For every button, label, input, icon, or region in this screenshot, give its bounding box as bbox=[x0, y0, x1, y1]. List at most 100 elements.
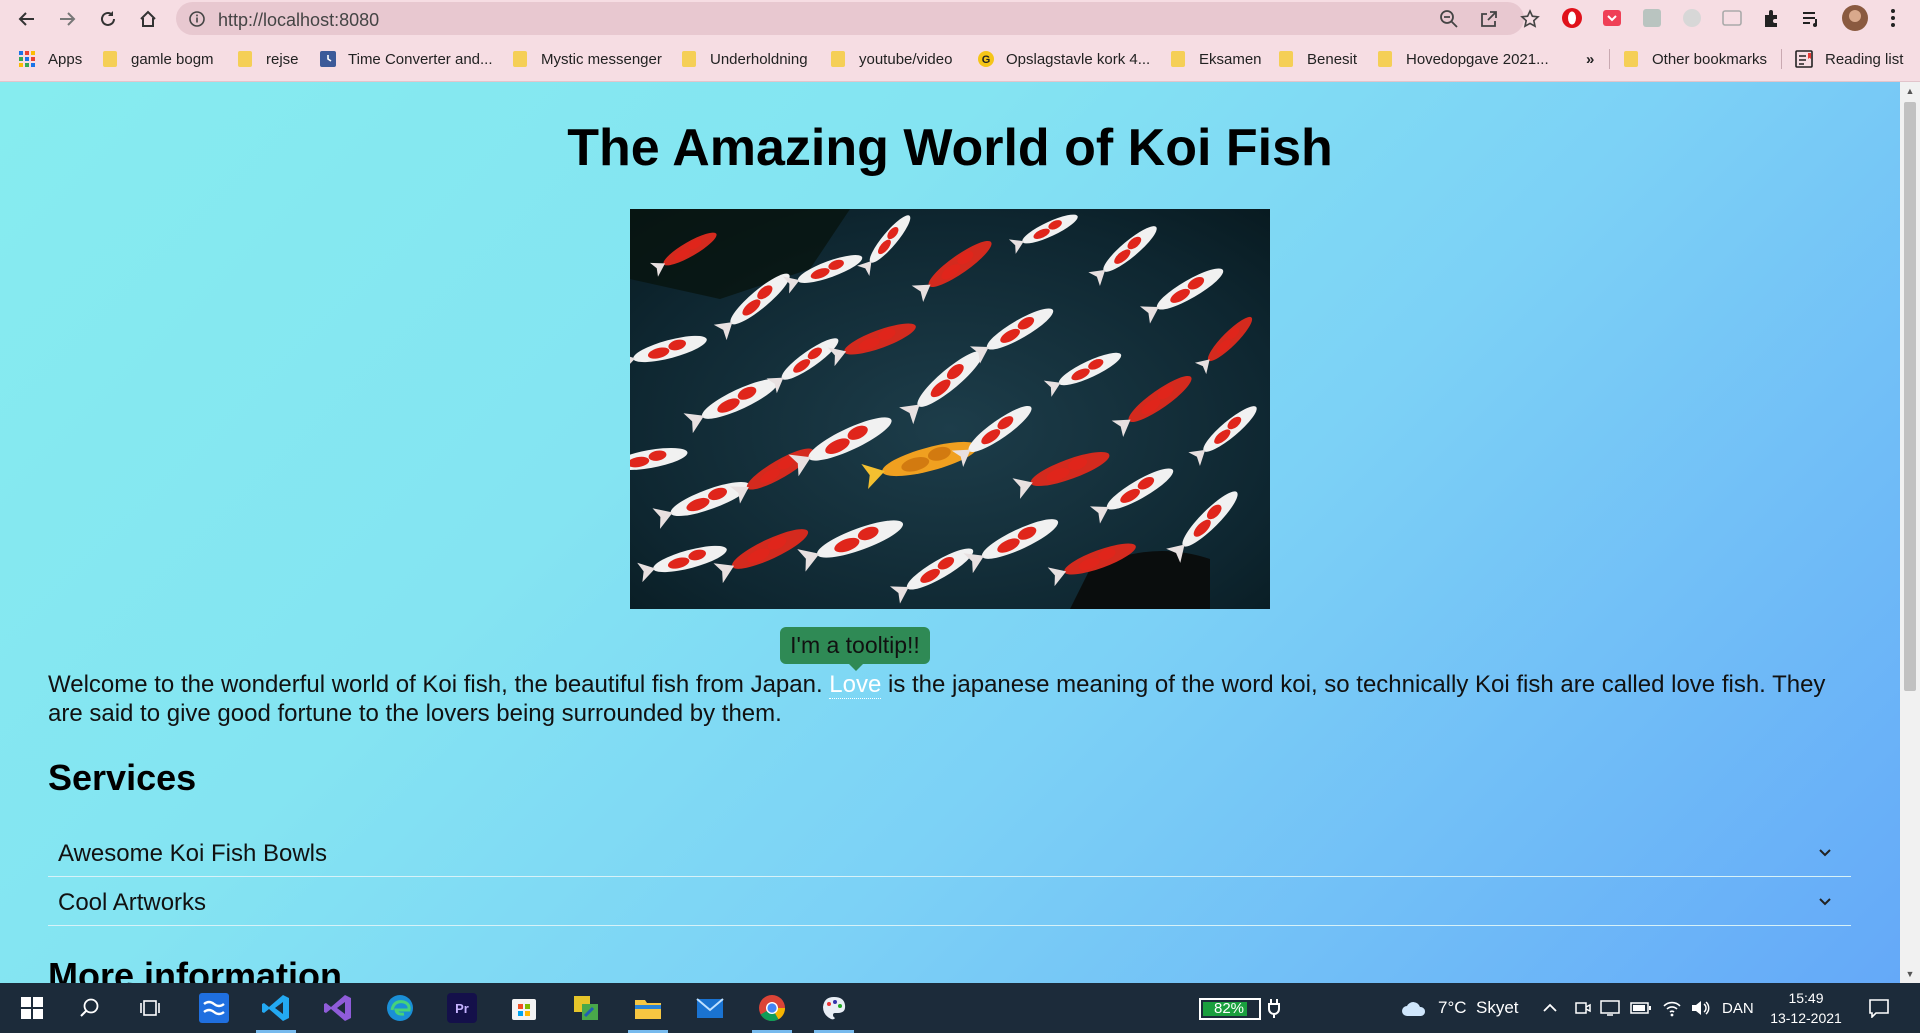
bookmark-folder[interactable]: gamle bogm bbox=[103, 49, 214, 69]
bookmark-label: youtube/video bbox=[859, 50, 953, 68]
cloud-icon bbox=[1402, 1002, 1426, 1016]
bookmark-folder[interactable]: Underholdning bbox=[682, 49, 808, 69]
folder-icon bbox=[103, 51, 117, 67]
services-heading: Services bbox=[48, 757, 197, 798]
svg-text:Pr: Pr bbox=[455, 1001, 469, 1016]
wifi-icon[interactable] bbox=[1662, 983, 1682, 1033]
taskbar-app-premiere[interactable]: Pr bbox=[434, 983, 490, 1033]
taskbar-app-store[interactable] bbox=[496, 983, 552, 1033]
bookmark-apps[interactable]: Apps bbox=[18, 49, 82, 69]
apps-grid-icon bbox=[19, 51, 35, 67]
extension-icon-grey[interactable] bbox=[1641, 7, 1663, 29]
task-view-button[interactable] bbox=[122, 983, 178, 1033]
folder-icon bbox=[1624, 51, 1638, 67]
taskbar-app-mail[interactable] bbox=[682, 983, 738, 1033]
chevron-down-icon bbox=[1819, 898, 1831, 906]
bookmark-label: Opslagstavle kork 4... bbox=[1006, 50, 1151, 68]
pocket-extension-icon[interactable] bbox=[1601, 7, 1623, 29]
home-icon bbox=[140, 10, 156, 27]
scroll-up-arrow-icon[interactable]: ▲ bbox=[1905, 86, 1915, 96]
bookmarks-divider bbox=[1609, 49, 1610, 69]
bookmark-link[interactable]: Time Converter and... bbox=[320, 49, 493, 69]
reading-list-label: Reading list bbox=[1825, 50, 1904, 68]
taskbar-app-paint[interactable] bbox=[806, 983, 862, 1033]
sql-tool-icon bbox=[574, 996, 598, 1020]
search-button[interactable] bbox=[62, 983, 118, 1033]
profile-avatar[interactable] bbox=[1841, 4, 1869, 32]
accordion-item-artworks[interactable]: Cool Artworks bbox=[48, 877, 1851, 926]
bookmarks-overflow-button[interactable]: » bbox=[1586, 49, 1594, 69]
media-queue-icon[interactable] bbox=[1800, 7, 1822, 29]
taskbar-app-file-explorer[interactable] bbox=[620, 983, 676, 1033]
bookmark-folder[interactable]: rejse bbox=[238, 49, 299, 69]
taskbar-app-wave[interactable] bbox=[186, 983, 242, 1033]
accordion-label: Cool Artworks bbox=[58, 889, 207, 916]
address-bar[interactable]: http://localhost:8080 bbox=[176, 2, 1540, 35]
bookmark-link[interactable]: G Opslagstavle kork 4... bbox=[978, 49, 1150, 69]
extension-icon-circle[interactable] bbox=[1681, 7, 1703, 29]
forward-button[interactable] bbox=[52, 4, 82, 34]
mail-icon bbox=[696, 998, 724, 1018]
power-plug-icon bbox=[1267, 983, 1281, 1033]
bookmark-label: Mystic messenger bbox=[541, 50, 662, 68]
weather-text: 7°C Skyet bbox=[1438, 998, 1519, 1017]
display-icon[interactable] bbox=[1600, 983, 1620, 1033]
input-language[interactable]: DAN bbox=[1722, 983, 1754, 1033]
battery-tray-icon[interactable] bbox=[1630, 983, 1652, 1033]
battery-percent: 82% bbox=[1213, 1000, 1245, 1017]
home-button[interactable] bbox=[133, 4, 163, 34]
scroll-down-arrow-icon[interactable]: ▼ bbox=[1905, 969, 1915, 979]
bookmark-label: Time Converter and... bbox=[348, 50, 493, 68]
accordion-item-koi-bowls[interactable]: Awesome Koi Fish Bowls bbox=[48, 828, 1851, 877]
taskbar-app-vscode[interactable] bbox=[248, 983, 304, 1033]
chrome-menu-icon[interactable] bbox=[1882, 7, 1904, 29]
opera-extension-icon[interactable] bbox=[1561, 7, 1583, 29]
taskbar-app-visual-studio[interactable] bbox=[310, 983, 366, 1033]
file-explorer-icon bbox=[635, 1000, 661, 1019]
folder-icon bbox=[1378, 51, 1392, 67]
taskbar-app-edge[interactable] bbox=[372, 983, 428, 1033]
extensions-puzzle-icon[interactable] bbox=[1761, 7, 1783, 29]
reload-button[interactable] bbox=[93, 4, 123, 34]
page-title: The Amazing World of Koi Fish bbox=[567, 119, 1333, 177]
bookmark-label: rejse bbox=[266, 50, 299, 68]
notification-icon bbox=[1869, 999, 1889, 1018]
bookmark-folder[interactable]: Eksamen bbox=[1171, 49, 1262, 69]
share-icon[interactable] bbox=[1478, 8, 1500, 30]
love-tooltip-trigger[interactable]: Love bbox=[829, 671, 882, 699]
chevron-down-icon bbox=[1819, 849, 1831, 857]
start-button[interactable] bbox=[4, 983, 60, 1033]
weather-widget[interactable]: 7°C Skyet bbox=[1400, 983, 1519, 1033]
bookmark-folder[interactable]: Benesit bbox=[1279, 49, 1357, 69]
battery-indicator[interactable]: 82% bbox=[1199, 998, 1261, 1020]
accordion-label: Awesome Koi Fish Bowls bbox=[58, 840, 327, 867]
tooltip: I'm a tooltip!! bbox=[780, 627, 930, 671]
folder-icon bbox=[682, 51, 696, 67]
zoom-icon[interactable] bbox=[1438, 8, 1460, 30]
bookmark-folder[interactable]: Mystic messenger bbox=[513, 49, 662, 69]
scroll-thumb[interactable] bbox=[1904, 102, 1916, 691]
volume-icon[interactable] bbox=[1690, 983, 1710, 1033]
koi-fish-image bbox=[630, 209, 1270, 609]
notifications-button[interactable] bbox=[1868, 983, 1890, 1033]
premiere-pro-icon: Pr bbox=[447, 993, 477, 1023]
bookmark-label: Other bookmarks bbox=[1652, 50, 1768, 68]
vscode-icon bbox=[262, 995, 289, 1021]
bookmark-star-icon[interactable] bbox=[1519, 8, 1541, 30]
taskbar-clock[interactable]: 15:49 13-12-2021 bbox=[1766, 988, 1846, 1028]
folder-icon bbox=[238, 51, 252, 67]
meet-now-icon[interactable] bbox=[1574, 983, 1592, 1033]
taskbar-app-sql[interactable] bbox=[558, 983, 614, 1033]
page-scrollbar[interactable]: ▲ ▼ bbox=[1900, 82, 1920, 983]
taskbar-app-chrome[interactable] bbox=[744, 983, 800, 1033]
extension-icon-window[interactable] bbox=[1721, 7, 1743, 29]
task-view-icon bbox=[140, 1000, 160, 1016]
show-hidden-icons-button[interactable] bbox=[1542, 983, 1558, 1033]
bookmark-folder[interactable]: youtube/video bbox=[831, 49, 952, 69]
site-info-icon[interactable] bbox=[188, 10, 206, 33]
bookmarks-divider bbox=[1781, 49, 1782, 69]
back-button[interactable] bbox=[12, 4, 42, 34]
other-bookmarks[interactable]: Other bookmarks bbox=[1624, 49, 1767, 69]
bookmark-folder[interactable]: Hovedopgave 2021... bbox=[1378, 49, 1549, 69]
reading-list-button[interactable]: Reading list bbox=[1795, 49, 1903, 69]
